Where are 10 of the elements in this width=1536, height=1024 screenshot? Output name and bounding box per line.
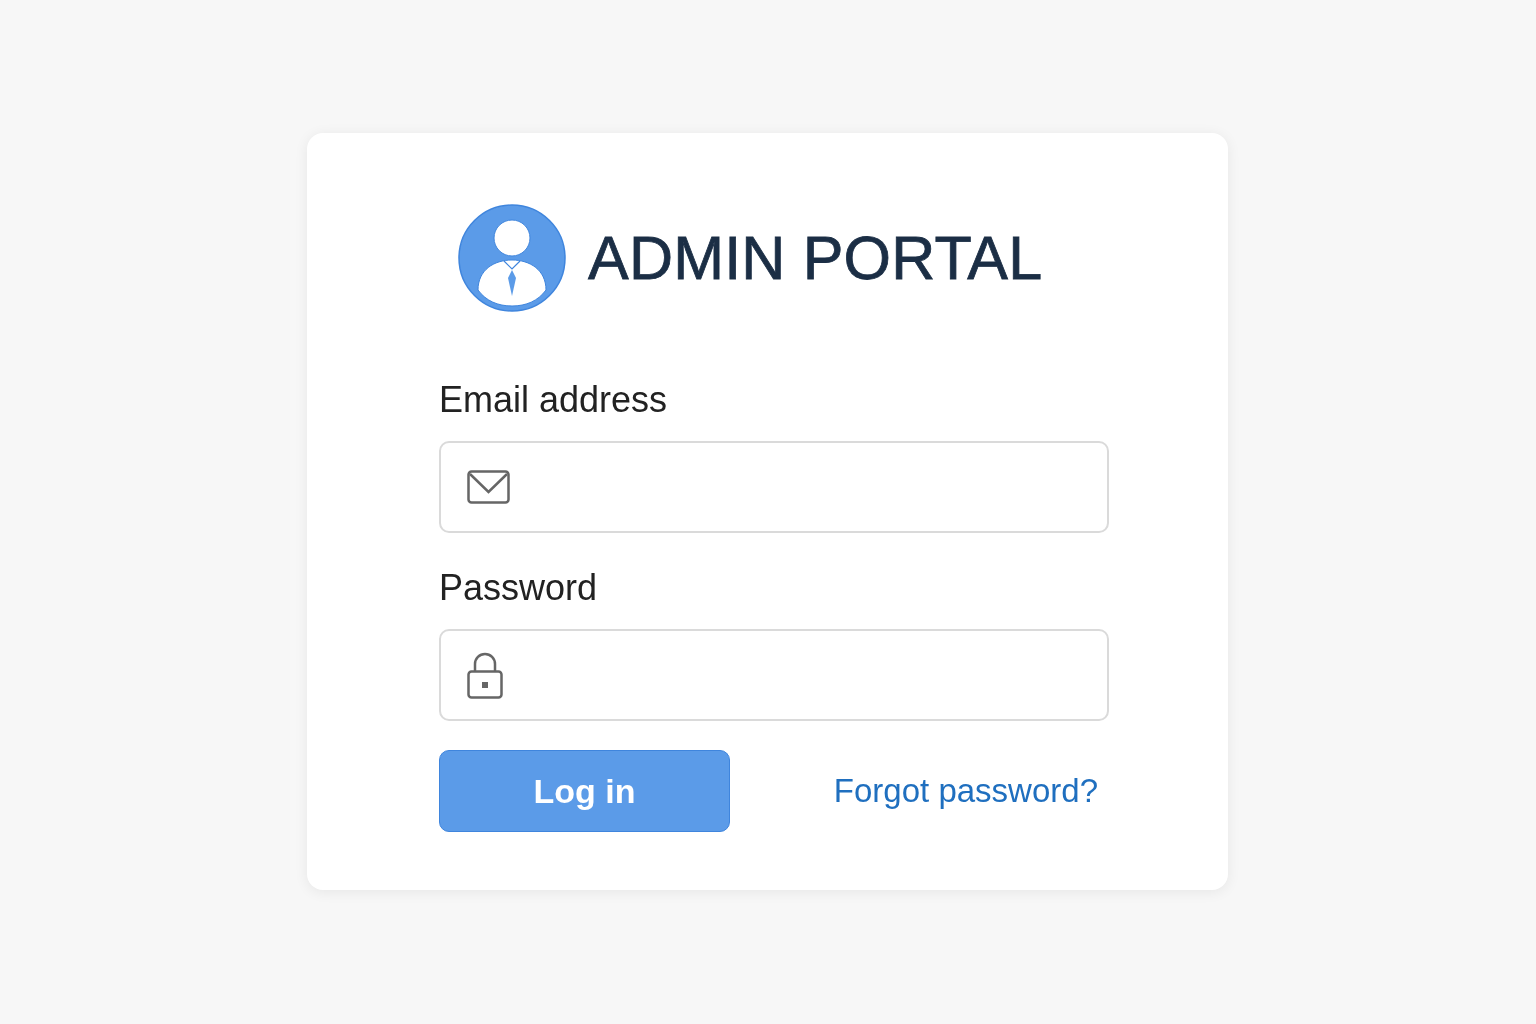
password-field[interactable] bbox=[439, 629, 1109, 721]
forgot-password-link[interactable]: Forgot password? bbox=[833, 772, 1098, 810]
field-label: Email address bbox=[439, 380, 669, 420]
portal-title: ADMIN PORTAL bbox=[588, 227, 1043, 289]
email-field[interactable] bbox=[439, 441, 1109, 533]
padlock-icon bbox=[467, 651, 503, 699]
login-button[interactable]: Log in bbox=[439, 750, 730, 832]
field-label: Password bbox=[439, 568, 599, 608]
envelope-icon bbox=[467, 470, 510, 504]
admin-user-logo-icon bbox=[458, 204, 566, 312]
